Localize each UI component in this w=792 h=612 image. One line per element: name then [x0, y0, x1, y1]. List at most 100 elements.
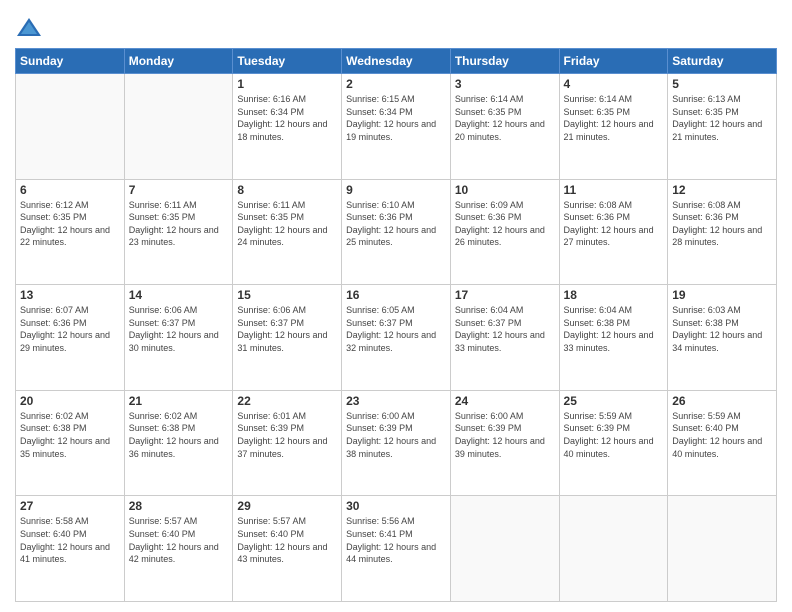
calendar-cell: 8 Sunrise: 6:11 AMSunset: 6:35 PMDaylight… [233, 179, 342, 285]
day-number: 30 [346, 499, 446, 513]
day-number: 2 [346, 77, 446, 91]
cell-info: Sunrise: 6:07 AMSunset: 6:36 PMDaylight:… [20, 304, 120, 354]
day-number: 8 [237, 183, 337, 197]
calendar-cell: 30 Sunrise: 5:56 AMSunset: 6:41 PMDayligh… [342, 496, 451, 602]
cell-info: Sunrise: 6:11 AMSunset: 6:35 PMDaylight:… [237, 199, 337, 249]
cell-info: Sunrise: 6:02 AMSunset: 6:38 PMDaylight:… [20, 410, 120, 460]
week-row-2: 6 Sunrise: 6:12 AMSunset: 6:35 PMDaylight… [16, 179, 777, 285]
day-number: 24 [455, 394, 555, 408]
calendar-cell: 12Sunrise: 6:08 AMSunset: 6:36 PMDayligh… [668, 179, 777, 285]
calendar-cell: 20 Sunrise: 6:02 AMSunset: 6:38 PMDayligh… [16, 390, 125, 496]
day-number: 21 [129, 394, 229, 408]
day-number: 23 [346, 394, 446, 408]
cell-info: Sunrise: 6:12 AMSunset: 6:35 PMDaylight:… [20, 199, 120, 249]
cell-info: Sunrise: 6:04 AMSunset: 6:38 PMDaylight:… [564, 304, 664, 354]
day-number: 4 [564, 77, 664, 91]
calendar-header-sunday: Sunday [16, 49, 125, 74]
calendar-cell: 10 Sunrise: 6:09 AMSunset: 6:36 PMDayligh… [450, 179, 559, 285]
day-number: 18 [564, 288, 664, 302]
cell-info: Sunrise: 6:01 AMSunset: 6:39 PMDaylight:… [237, 410, 337, 460]
cell-info: Sunrise: 6:04 AMSunset: 6:37 PMDaylight:… [455, 304, 555, 354]
calendar-table: SundayMondayTuesdayWednesdayThursdayFrid… [15, 48, 777, 602]
cell-info: Sunrise: 6:02 AMSunset: 6:38 PMDaylight:… [129, 410, 229, 460]
day-number: 9 [346, 183, 446, 197]
calendar-cell: 26 Sunrise: 5:59 AMSunset: 6:40 PMDayligh… [668, 390, 777, 496]
logo-icon [15, 14, 43, 42]
day-number: 11 [564, 183, 664, 197]
calendar-cell: 17 Sunrise: 6:04 AMSunset: 6:37 PMDayligh… [450, 285, 559, 391]
calendar-cell: 13 Sunrise: 6:07 AMSunset: 6:36 PMDayligh… [16, 285, 125, 391]
cell-info: Sunrise: 5:58 AMSunset: 6:40 PMDaylight:… [20, 515, 120, 565]
cell-info: Sunrise: 6:14 AMSunset: 6:35 PMDaylight:… [455, 93, 555, 143]
cell-info: Sunrise: 6:16 AMSunset: 6:34 PMDaylight:… [237, 93, 337, 143]
cell-info: Sunrise: 6:13 AMSunset: 6:35 PMDaylight:… [672, 93, 772, 143]
calendar-cell: 25Sunrise: 5:59 AMSunset: 6:39 PMDayligh… [559, 390, 668, 496]
calendar-cell: 3 Sunrise: 6:14 AMSunset: 6:35 PMDaylight… [450, 74, 559, 180]
cell-info: Sunrise: 6:10 AMSunset: 6:36 PMDaylight:… [346, 199, 446, 249]
calendar-cell: 7 Sunrise: 6:11 AMSunset: 6:35 PMDaylight… [124, 179, 233, 285]
calendar-cell [16, 74, 125, 180]
day-number: 10 [455, 183, 555, 197]
calendar-cell: 19 Sunrise: 6:03 AMSunset: 6:38 PMDayligh… [668, 285, 777, 391]
day-number: 15 [237, 288, 337, 302]
cell-info: Sunrise: 6:00 AMSunset: 6:39 PMDaylight:… [455, 410, 555, 460]
cell-info: Sunrise: 6:06 AMSunset: 6:37 PMDaylight:… [237, 304, 337, 354]
day-number: 26 [672, 394, 772, 408]
calendar-cell: 1 Sunrise: 6:16 AMSunset: 6:34 PMDaylight… [233, 74, 342, 180]
cell-info: Sunrise: 6:08 AMSunset: 6:36 PMDaylight:… [672, 199, 772, 249]
day-number: 6 [20, 183, 120, 197]
cell-info: Sunrise: 6:11 AMSunset: 6:35 PMDaylight:… [129, 199, 229, 249]
cell-info: Sunrise: 6:06 AMSunset: 6:37 PMDaylight:… [129, 304, 229, 354]
day-number: 19 [672, 288, 772, 302]
day-number: 28 [129, 499, 229, 513]
calendar-cell: 16Sunrise: 6:05 AMSunset: 6:37 PMDayligh… [342, 285, 451, 391]
day-number: 20 [20, 394, 120, 408]
calendar-cell: 28 Sunrise: 5:57 AMSunset: 6:40 PMDayligh… [124, 496, 233, 602]
calendar-cell [124, 74, 233, 180]
calendar-header-thursday: Thursday [450, 49, 559, 74]
logo [15, 14, 45, 42]
cell-info: Sunrise: 5:56 AMSunset: 6:41 PMDaylight:… [346, 515, 446, 565]
calendar-header-row: SundayMondayTuesdayWednesdayThursdayFrid… [16, 49, 777, 74]
calendar-cell [668, 496, 777, 602]
cell-info: Sunrise: 6:15 AMSunset: 6:34 PMDaylight:… [346, 93, 446, 143]
page: SundayMondayTuesdayWednesdayThursdayFrid… [0, 0, 792, 612]
week-row-3: 13 Sunrise: 6:07 AMSunset: 6:36 PMDayligh… [16, 285, 777, 391]
calendar-cell: 15 Sunrise: 6:06 AMSunset: 6:37 PMDayligh… [233, 285, 342, 391]
calendar-cell: 4Sunrise: 6:14 AMSunset: 6:35 PMDaylight… [559, 74, 668, 180]
day-number: 25 [564, 394, 664, 408]
day-number: 3 [455, 77, 555, 91]
calendar-cell [559, 496, 668, 602]
calendar-header-friday: Friday [559, 49, 668, 74]
cell-info: Sunrise: 5:59 AMSunset: 6:40 PMDaylight:… [672, 410, 772, 460]
cell-info: Sunrise: 5:57 AMSunset: 6:40 PMDaylight:… [237, 515, 337, 565]
cell-info: Sunrise: 5:57 AMSunset: 6:40 PMDaylight:… [129, 515, 229, 565]
calendar-cell: 22 Sunrise: 6:01 AMSunset: 6:39 PMDayligh… [233, 390, 342, 496]
week-row-4: 20 Sunrise: 6:02 AMSunset: 6:38 PMDayligh… [16, 390, 777, 496]
calendar-cell: 11Sunrise: 6:08 AMSunset: 6:36 PMDayligh… [559, 179, 668, 285]
calendar-cell: 24 Sunrise: 6:00 AMSunset: 6:39 PMDayligh… [450, 390, 559, 496]
cell-info: Sunrise: 6:09 AMSunset: 6:36 PMDaylight:… [455, 199, 555, 249]
day-number: 22 [237, 394, 337, 408]
day-number: 1 [237, 77, 337, 91]
cell-info: Sunrise: 6:03 AMSunset: 6:38 PMDaylight:… [672, 304, 772, 354]
day-number: 14 [129, 288, 229, 302]
calendar-cell: 29Sunrise: 5:57 AMSunset: 6:40 PMDayligh… [233, 496, 342, 602]
calendar-cell: 27 Sunrise: 5:58 AMSunset: 6:40 PMDayligh… [16, 496, 125, 602]
calendar-cell [450, 496, 559, 602]
week-row-1: 1 Sunrise: 6:16 AMSunset: 6:34 PMDaylight… [16, 74, 777, 180]
day-number: 13 [20, 288, 120, 302]
calendar-header-tuesday: Tuesday [233, 49, 342, 74]
day-number: 16 [346, 288, 446, 302]
day-number: 5 [672, 77, 772, 91]
cell-info: Sunrise: 6:00 AMSunset: 6:39 PMDaylight:… [346, 410, 446, 460]
calendar-cell: 6 Sunrise: 6:12 AMSunset: 6:35 PMDaylight… [16, 179, 125, 285]
day-number: 27 [20, 499, 120, 513]
calendar-cell: 18 Sunrise: 6:04 AMSunset: 6:38 PMDayligh… [559, 285, 668, 391]
calendar-cell: 5 Sunrise: 6:13 AMSunset: 6:35 PMDaylight… [668, 74, 777, 180]
day-number: 17 [455, 288, 555, 302]
header [15, 10, 777, 42]
calendar-cell: 21 Sunrise: 6:02 AMSunset: 6:38 PMDayligh… [124, 390, 233, 496]
calendar-header-wednesday: Wednesday [342, 49, 451, 74]
day-number: 7 [129, 183, 229, 197]
